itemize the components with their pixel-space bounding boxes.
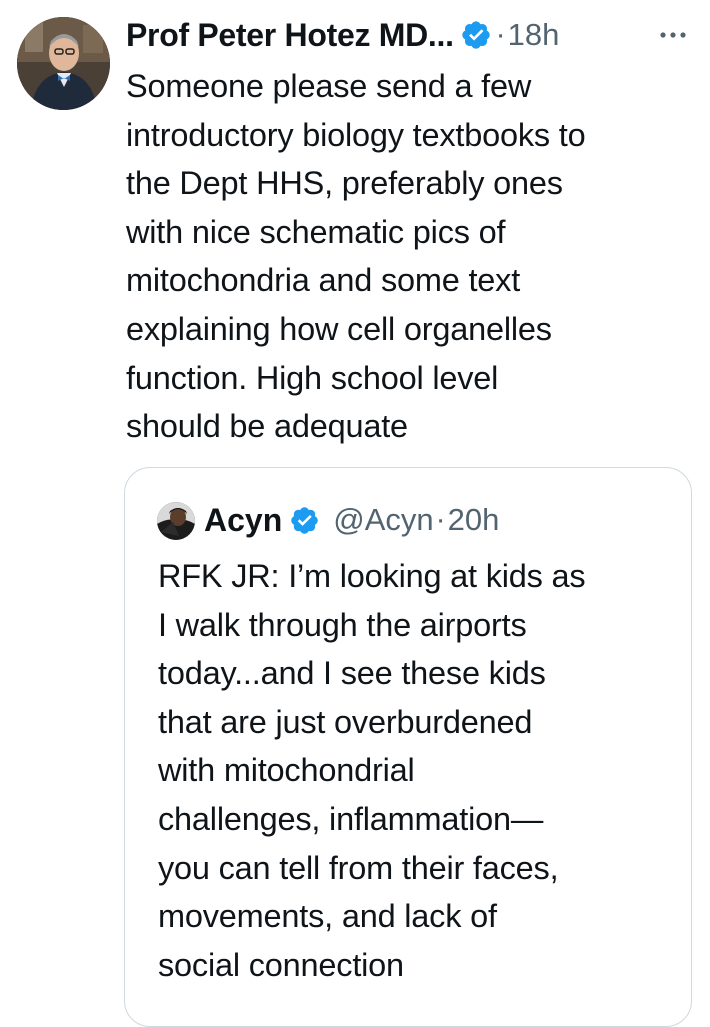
quoted-text-line: I walk through the airports: [158, 606, 527, 643]
quoted-text-line: RFK JR: I’m looking at kids as: [158, 558, 586, 594]
tweet-text-line: the Dept HHS, preferably ones: [126, 165, 563, 202]
tweet-text-line: introductory biology textbooks to: [126, 116, 586, 153]
author-name[interactable]: Prof Peter Hotez MD...: [126, 17, 454, 54]
quoted-text-line: that are just overburdened: [158, 703, 533, 740]
user-avatar-icon: [157, 502, 195, 540]
quoted-text-line: you can tell from their faces,: [158, 849, 559, 886]
tweet-text-line: Someone please send a few: [126, 68, 532, 104]
quoted-author-name[interactable]: Acyn: [204, 502, 282, 539]
tweet-text-line: should be adequate: [126, 408, 408, 445]
quoted-text-line: today...and I see these kids: [158, 655, 546, 692]
tweet-header: Prof Peter Hotez MD... · 18h: [126, 14, 559, 56]
quoted-timestamp[interactable]: 20h: [448, 502, 500, 538]
quoted-text-line: with mitochondrial: [158, 752, 415, 789]
user-avatar-icon: [17, 17, 110, 110]
more-options-icon[interactable]: [655, 20, 691, 50]
quoted-author-handle[interactable]: @Acyn: [333, 502, 433, 538]
timestamp[interactable]: 18h: [508, 17, 560, 53]
quoted-text-line: movements, and lack of: [158, 898, 497, 935]
verified-badge-icon: [289, 505, 320, 536]
tweet-text: Someone please send a few introductory b…: [126, 62, 701, 451]
quoted-text-line: social connection: [158, 946, 404, 983]
tweet-text-line: mitochondria and some text: [126, 262, 521, 299]
author-avatar[interactable]: [17, 17, 110, 110]
tweet-text-line: explaining how cell organelles: [126, 310, 552, 347]
tweet-text-line: with nice schematic pics of: [126, 213, 506, 250]
quoted-author-avatar[interactable]: [157, 502, 195, 540]
quoted-tweet-text: RFK JR: I’m looking at kids as I walk th…: [158, 552, 688, 989]
tweet-text-line: function. High school level: [126, 359, 499, 396]
quoted-text-line: challenges, inflammation—: [158, 800, 544, 837]
tweet[interactable]: Prof Peter Hotez MD... · 18h Someone ple…: [0, 0, 710, 1027]
separator-dot: ·: [495, 18, 506, 51]
separator-dot: ·: [435, 503, 446, 536]
quoted-tweet-header: Acyn @Acyn · 20h: [204, 498, 499, 542]
verified-badge-icon: [460, 19, 492, 51]
